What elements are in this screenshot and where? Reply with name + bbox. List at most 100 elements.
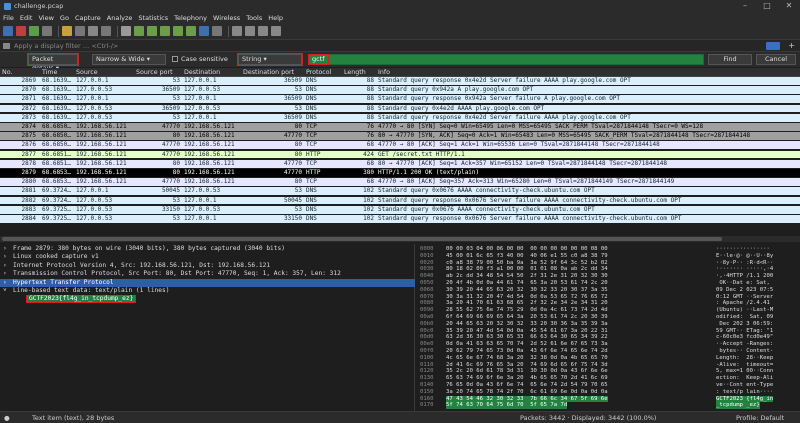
column-header[interactable]: Source	[76, 68, 98, 77]
menu-item-statistics[interactable]: Statistics	[138, 14, 168, 22]
packet-list-scrollbar[interactable]	[0, 236, 800, 242]
hex-row[interactable]: 0140 76 65 0d 0a 43 6f 6e 74 65 6e 74 2d …	[416, 382, 800, 389]
open-folder-icon[interactable]	[62, 26, 72, 36]
display-filter-bar[interactable]: Apply a display filter … <Ctrl-/> +	[0, 40, 800, 52]
find-icon[interactable]	[121, 26, 131, 36]
hex-row[interactable]: 0090 28 55 62 75 6e 74 75 29 0d 0a 4c 61 …	[416, 307, 800, 314]
column-header[interactable]: Time	[42, 68, 57, 77]
maximize-icon[interactable]: □	[756, 0, 778, 12]
hex-row[interactable]: 00f0 20 62 79 74 65 73 0d 0a 43 6f 6e 74 …	[416, 348, 800, 355]
menu-item-edit[interactable]: Edit	[20, 14, 33, 22]
hex-row[interactable]: 00e0 0d 0a 41 63 63 65 70 74 2d 52 61 6e …	[416, 341, 800, 348]
menu-item-help[interactable]: Help	[268, 14, 283, 22]
hex-row[interactable]: 00a0 6f 64 69 66 69 65 64 3a 20 53 61 74 …	[416, 314, 800, 321]
menu-item-file[interactable]: File	[3, 14, 14, 22]
options-gear-icon[interactable]	[42, 26, 52, 36]
add-filter-icon[interactable]: +	[788, 41, 795, 50]
menu-item-wireless[interactable]: Wireless	[213, 14, 240, 22]
expand-arrow-icon[interactable]: ˅	[3, 287, 13, 295]
packet-row[interactable]: 2881 69.3724… 127.0.0.1 50045 127.0.0.53 53 DN…	[0, 187, 800, 196]
expand-arrow-icon[interactable]: ›	[3, 262, 13, 270]
hex-row[interactable]: 0110 2d 41 6c 69 76 65 3a 20 74 69 6d 65 …	[416, 362, 800, 369]
close-file-icon[interactable]	[88, 26, 98, 36]
hex-row[interactable]: 0060 30 39 20 44 65 63 20 32 30 32 33 20 …	[416, 287, 800, 294]
apply-filter-icon[interactable]	[766, 42, 780, 50]
search-type-select[interactable]: String ▾	[237, 53, 303, 66]
packet-row[interactable]: 2869 68.1639… 127.0.0.1 53 127.0.0.1 36509 DNS…	[0, 77, 800, 85]
minimize-icon[interactable]: –	[734, 0, 756, 12]
hex-row[interactable]: 0000 00 00 03 04 00 06 00 00 00 00 00 00 …	[416, 246, 800, 253]
column-header[interactable]: Protocol	[306, 68, 331, 77]
packet-row[interactable]: 2872 68.1639… 127.0.0.53 36509 127.0.0.53 53 D…	[0, 104, 800, 113]
hex-row[interactable]: 0170 5f 74 63 70 64 75 6d 70 5f 65 7a 7d _…	[416, 402, 800, 410]
hex-row[interactable]: 0150 3a 20 74 65 78 74 2f 70 6c 61 69 6e …	[416, 389, 800, 396]
hex-row[interactable]: 0020 c0 a8 38 79 00 50 ba 9a 3a 52 9f 64 …	[416, 260, 800, 267]
packet-row[interactable]: 2879 68.6853… 192.168.56.121 80 192.168.56.1…	[0, 169, 800, 177]
column-header[interactable]: Info	[378, 68, 390, 77]
char-width-select[interactable]: Narrow & Wide ▾	[92, 54, 166, 65]
packet-row[interactable]: 2882 69.3724… 127.0.0.53 53 127.0.0.1 50045 DN…	[0, 196, 800, 205]
packet-row[interactable]: 2876 68.6850… 192.168.56.121 47770 192.168.5…	[0, 141, 800, 150]
packet-details-pane[interactable]: › Frame 2879: 380 bytes on wire (3040 bit…	[0, 244, 415, 411]
packet-row[interactable]: 2880 68.6853… 192.168.56.121 47770 192.168.5…	[0, 178, 800, 186]
packet-row[interactable]: 2874 68.6850… 192.168.56.121 47770 192.168.5…	[0, 123, 800, 131]
reload-icon[interactable]	[101, 26, 111, 36]
column-header[interactable]: Destination	[184, 68, 220, 77]
zoom-out-icon[interactable]	[245, 26, 255, 36]
detail-tree-item[interactable]: › Frame 2879: 380 bytes on wire (3040 bit…	[0, 245, 415, 253]
column-header[interactable]: Source port	[136, 68, 173, 77]
hex-row[interactable]: 00b0 20 44 65 63 20 32 30 32 33 20 30 36 …	[416, 321, 800, 328]
hex-row[interactable]: 0030 80 18 02 00 f3 a1 00 00 01 01 08 0a …	[416, 266, 800, 273]
menu-item-analyze[interactable]: Analyze	[107, 14, 133, 22]
bookmark-icon[interactable]	[3, 43, 10, 49]
hex-row[interactable]: 0120 35 2c 20 6d 61 78 3d 31 30 30 0d 0a …	[416, 368, 800, 375]
menu-item-view[interactable]: View	[38, 14, 53, 22]
go-to-packet-icon[interactable]	[160, 26, 170, 36]
hex-row[interactable]: 0130 65 63 74 69 6f 6e 3a 20 4b 65 65 70 …	[416, 375, 800, 382]
case-sensitive-checkbox[interactable]: Case sensitive	[172, 54, 228, 65]
detail-tree-item[interactable]: › Linux cooked capture v1	[0, 253, 415, 261]
packet-bytes-pane[interactable]: 0000 00 00 03 04 00 06 00 00 00 00 00 00 …	[416, 244, 800, 411]
column-header[interactable]: Length	[344, 68, 366, 77]
first-packet-icon[interactable]	[173, 26, 183, 36]
menu-item-tools[interactable]: Tools	[246, 14, 262, 22]
hex-row[interactable]: 00d0 63 2d 36 30 63 30 65 33 66 63 64 30 …	[416, 334, 800, 341]
close-icon[interactable]: ✕	[778, 0, 800, 12]
packet-row[interactable]: 2875 68.6850… 192.168.56.121 80 192.168.56.1…	[0, 132, 800, 140]
expand-arrow-icon[interactable]: ›	[3, 253, 13, 261]
normal-size-icon[interactable]	[258, 26, 268, 36]
shark-fin-icon[interactable]	[3, 26, 13, 36]
scrollbar-thumb[interactable]	[2, 237, 722, 241]
go-forward-icon[interactable]	[147, 26, 157, 36]
find-button[interactable]: Find	[708, 54, 752, 65]
packet-row[interactable]: 2878 68.6851… 192.168.56.121 80 192.168.56.1…	[0, 159, 800, 168]
hex-row[interactable]: 00c0 35 39 20 47 4d 54 0d 0a 45 54 61 67 …	[416, 328, 800, 335]
search-in-select[interactable]: Packet details ▾	[27, 53, 79, 72]
display-filter-input[interactable]: Apply a display filter … <Ctrl-/>	[0, 42, 118, 50]
detail-tree-item[interactable]: › Hypertext Transfer Protocol	[0, 278, 415, 287]
save-icon[interactable]	[75, 26, 85, 36]
detail-tree-item[interactable]: ˅ Line-based text data: text/plain (1 lin…	[0, 287, 415, 295]
last-packet-icon[interactable]	[186, 26, 196, 36]
menu-item-telephony[interactable]: Telephony	[174, 14, 207, 22]
column-header[interactable]: No.	[2, 68, 12, 77]
detail-tree-item[interactable]: GCTF2023{fl4g_in_tcpdump_ez}	[0, 295, 415, 304]
colorize-icon[interactable]	[212, 26, 222, 36]
detail-tree-item[interactable]: › Transmission Control Protocol, Src Port…	[0, 270, 415, 278]
detail-tree-item[interactable]: › Internet Protocol Version 4, Src: 192.1…	[0, 262, 415, 270]
packet-row[interactable]: 2883 69.3725… 127.0.0.53 33150 127.0.0.53 53 D…	[0, 205, 800, 214]
zoom-in-icon[interactable]	[232, 26, 242, 36]
hex-row[interactable]: 0070 30 3a 31 32 20 47 4d 54 0d 0a 53 65 …	[416, 294, 800, 301]
hex-row[interactable]: 0010 45 00 01 6c 65 f3 40 00 40 06 e1 55 …	[416, 253, 800, 260]
go-back-icon[interactable]	[134, 26, 144, 36]
column-header[interactable]: Destination port	[243, 68, 294, 77]
packet-row[interactable]: 2871 68.1639… 127.0.0.1 53 127.0.0.1 36509 DNS…	[0, 95, 800, 104]
hex-row[interactable]: 0080 3a 20 41 70 61 63 68 65 2f 32 2e 34 …	[416, 300, 800, 307]
stop-icon[interactable]	[16, 26, 26, 36]
expand-arrow-icon[interactable]: ›	[3, 270, 13, 278]
menu-item-go[interactable]: Go	[60, 14, 69, 22]
packet-row[interactable]: 2877 68.6851… 192.168.56.121 47770 192.168.5…	[0, 150, 800, 159]
hex-row[interactable]: 0040 ab 2c dd 34 48 54 54 50 2f 31 2e 31 …	[416, 273, 800, 280]
find-input[interactable]: gctf	[308, 54, 704, 65]
hex-row[interactable]: 0160 47 43 54 46 32 30 32 33 7b 66 6c 34 …	[416, 395, 800, 403]
